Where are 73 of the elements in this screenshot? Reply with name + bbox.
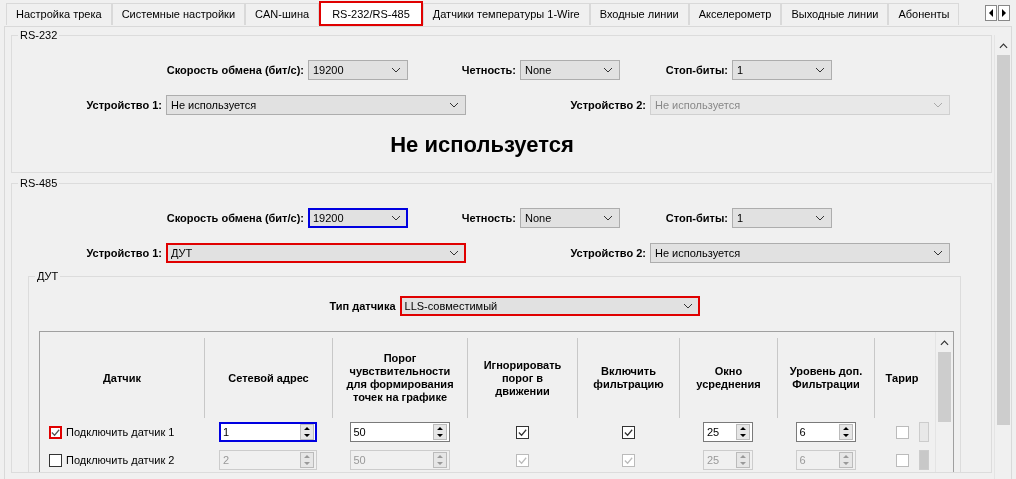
chevron-down-icon [933,101,943,108]
tab[interactable]: Абоненты [888,3,960,25]
field-label: Устройство 1: [86,246,162,259]
dropdown[interactable]: 19200 [308,207,408,228]
field-label: Устройство 2: [570,246,646,259]
group-title: RS-232 [18,29,60,41]
column-header: Уровень доп. Фильтрации [788,365,864,391]
spin-arrows-icon[interactable] [838,424,853,440]
column-header: Датчик [103,371,141,385]
tab[interactable]: CAN-шина [245,3,320,25]
dropdown[interactable]: None [520,207,620,228]
chevron-down-icon [603,214,613,221]
chevron-down-icon [815,214,825,221]
spin-box[interactable]: 1 [219,422,317,442]
chevron-down-icon [603,66,613,73]
dropdown[interactable]: Не используется [166,94,466,115]
checkbox[interactable] [515,425,529,439]
checkbox-label: Подключить датчик 1 [66,426,175,438]
spin-arrows-icon[interactable] [736,424,750,440]
column-header: Порог чувствительности для формирования точек на графике [345,352,455,404]
tab[interactable]: Настройка трека [6,3,112,25]
field-label: Устройство 2: [570,98,646,111]
column-header: Включить фильтрацию [592,365,665,391]
tab[interactable]: Акселерометр [688,3,782,25]
field-label: Тип датчика [329,300,396,312]
group-title: RS-485 [18,177,60,189]
chevron-down-icon [449,249,459,256]
spin-arrows-icon[interactable] [432,424,447,440]
field-label: Четность: [461,211,516,224]
column-header: Сетевой адрес [228,371,309,385]
field-label: Четность: [461,63,516,76]
checkbox-label: Подключить датчик 2 [66,454,175,466]
chevron-up-icon[interactable] [940,340,949,346]
scrollbar[interactable] [994,35,1011,479]
field-label: Устройство 1: [86,98,162,111]
scroll-left-icon[interactable] [985,5,997,21]
dropdown[interactable]: None [520,59,620,80]
field-label: Стоп-биты: [665,63,728,76]
chevron-down-icon [391,214,401,221]
tab[interactable]: Датчики температуры 1-Wire [422,3,590,25]
scroll-right-icon[interactable] [998,5,1010,21]
dropdown[interactable]: ДУТ [166,242,466,263]
chevron-down-icon [933,249,943,256]
tab[interactable]: RS-232/RS-485 [319,1,423,26]
tab[interactable]: Выходные линии [781,3,889,25]
chevron-up-icon[interactable] [998,43,1008,49]
checkbox[interactable] [49,425,62,439]
tab[interactable]: Входные линии [589,3,689,25]
dropdown[interactable]: 1 [732,59,832,80]
tab[interactable]: Системные настройки [111,3,246,25]
column-header: Тарир [885,371,919,385]
chevron-down-icon [449,101,459,108]
group-title: ДУТ [35,270,61,282]
column-header: Окно усреднения [695,365,762,391]
dropdown[interactable]: LLS-совместимый [399,296,700,316]
spin-arrows-icon[interactable] [300,424,314,440]
spin-box[interactable]: 6 [795,422,856,442]
field-label: Стоп-биты: [665,211,728,224]
dropdown[interactable]: 19200 [308,59,408,80]
dropdown[interactable]: 1 [732,207,832,228]
dropdown[interactable]: Не используется [650,242,950,263]
chevron-down-icon [682,303,693,309]
checkbox[interactable] [621,425,635,439]
field-label: Скорость обмена (бит/с): [166,211,304,224]
chevron-down-icon [815,66,825,73]
field-label: Скорость обмена (бит/с): [166,63,304,76]
spin-box[interactable]: 50 [349,422,450,442]
checkbox[interactable] [896,425,909,439]
chevron-down-icon [391,66,401,73]
column-header: Игнорировать порог в движении [482,358,563,398]
status-message: Не используется [389,131,575,159]
spin-box[interactable]: 25 [703,422,753,442]
scrollbar[interactable] [935,332,953,472]
